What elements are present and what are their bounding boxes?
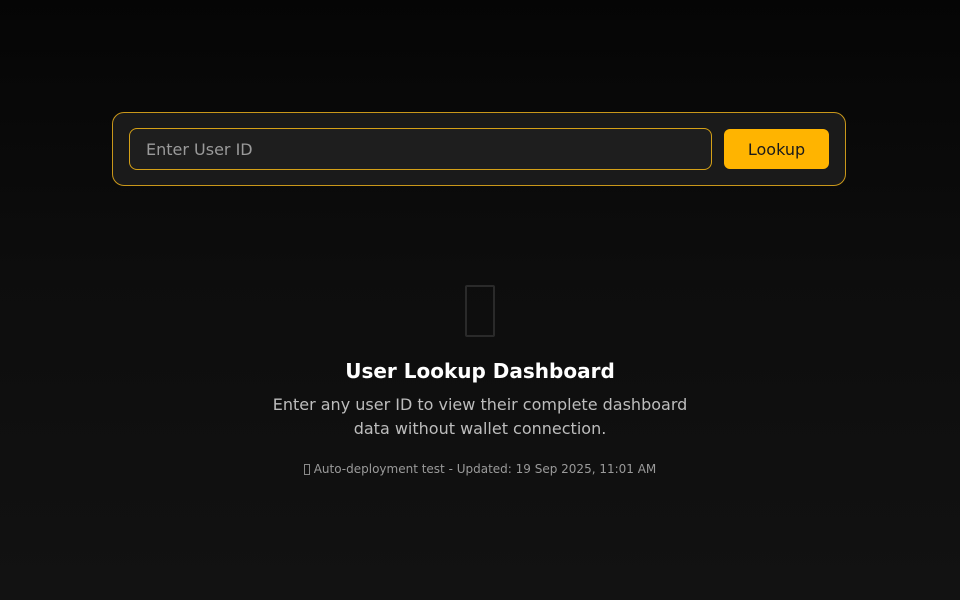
lookup-button[interactable]: Lookup <box>724 129 829 169</box>
empty-state: User Lookup Dashboard Enter any user ID … <box>0 276 960 476</box>
empty-state-icon-wrapper <box>0 276 960 341</box>
dashboard-title: User Lookup Dashboard <box>345 359 615 383</box>
search-card: Lookup <box>112 112 846 186</box>
dashboard-description: Enter any user ID to view their complete… <box>272 395 688 438</box>
deployment-status: Auto-deployment test - Updated: 19 Sep 2… <box>0 462 960 476</box>
status-missing-glyph-icon <box>303 463 310 475</box>
missing-glyph-icon <box>465 285 495 337</box>
user-id-input[interactable] <box>129 128 712 170</box>
deployment-status-text: Auto-deployment test - Updated: 19 Sep 2… <box>313 462 657 476</box>
